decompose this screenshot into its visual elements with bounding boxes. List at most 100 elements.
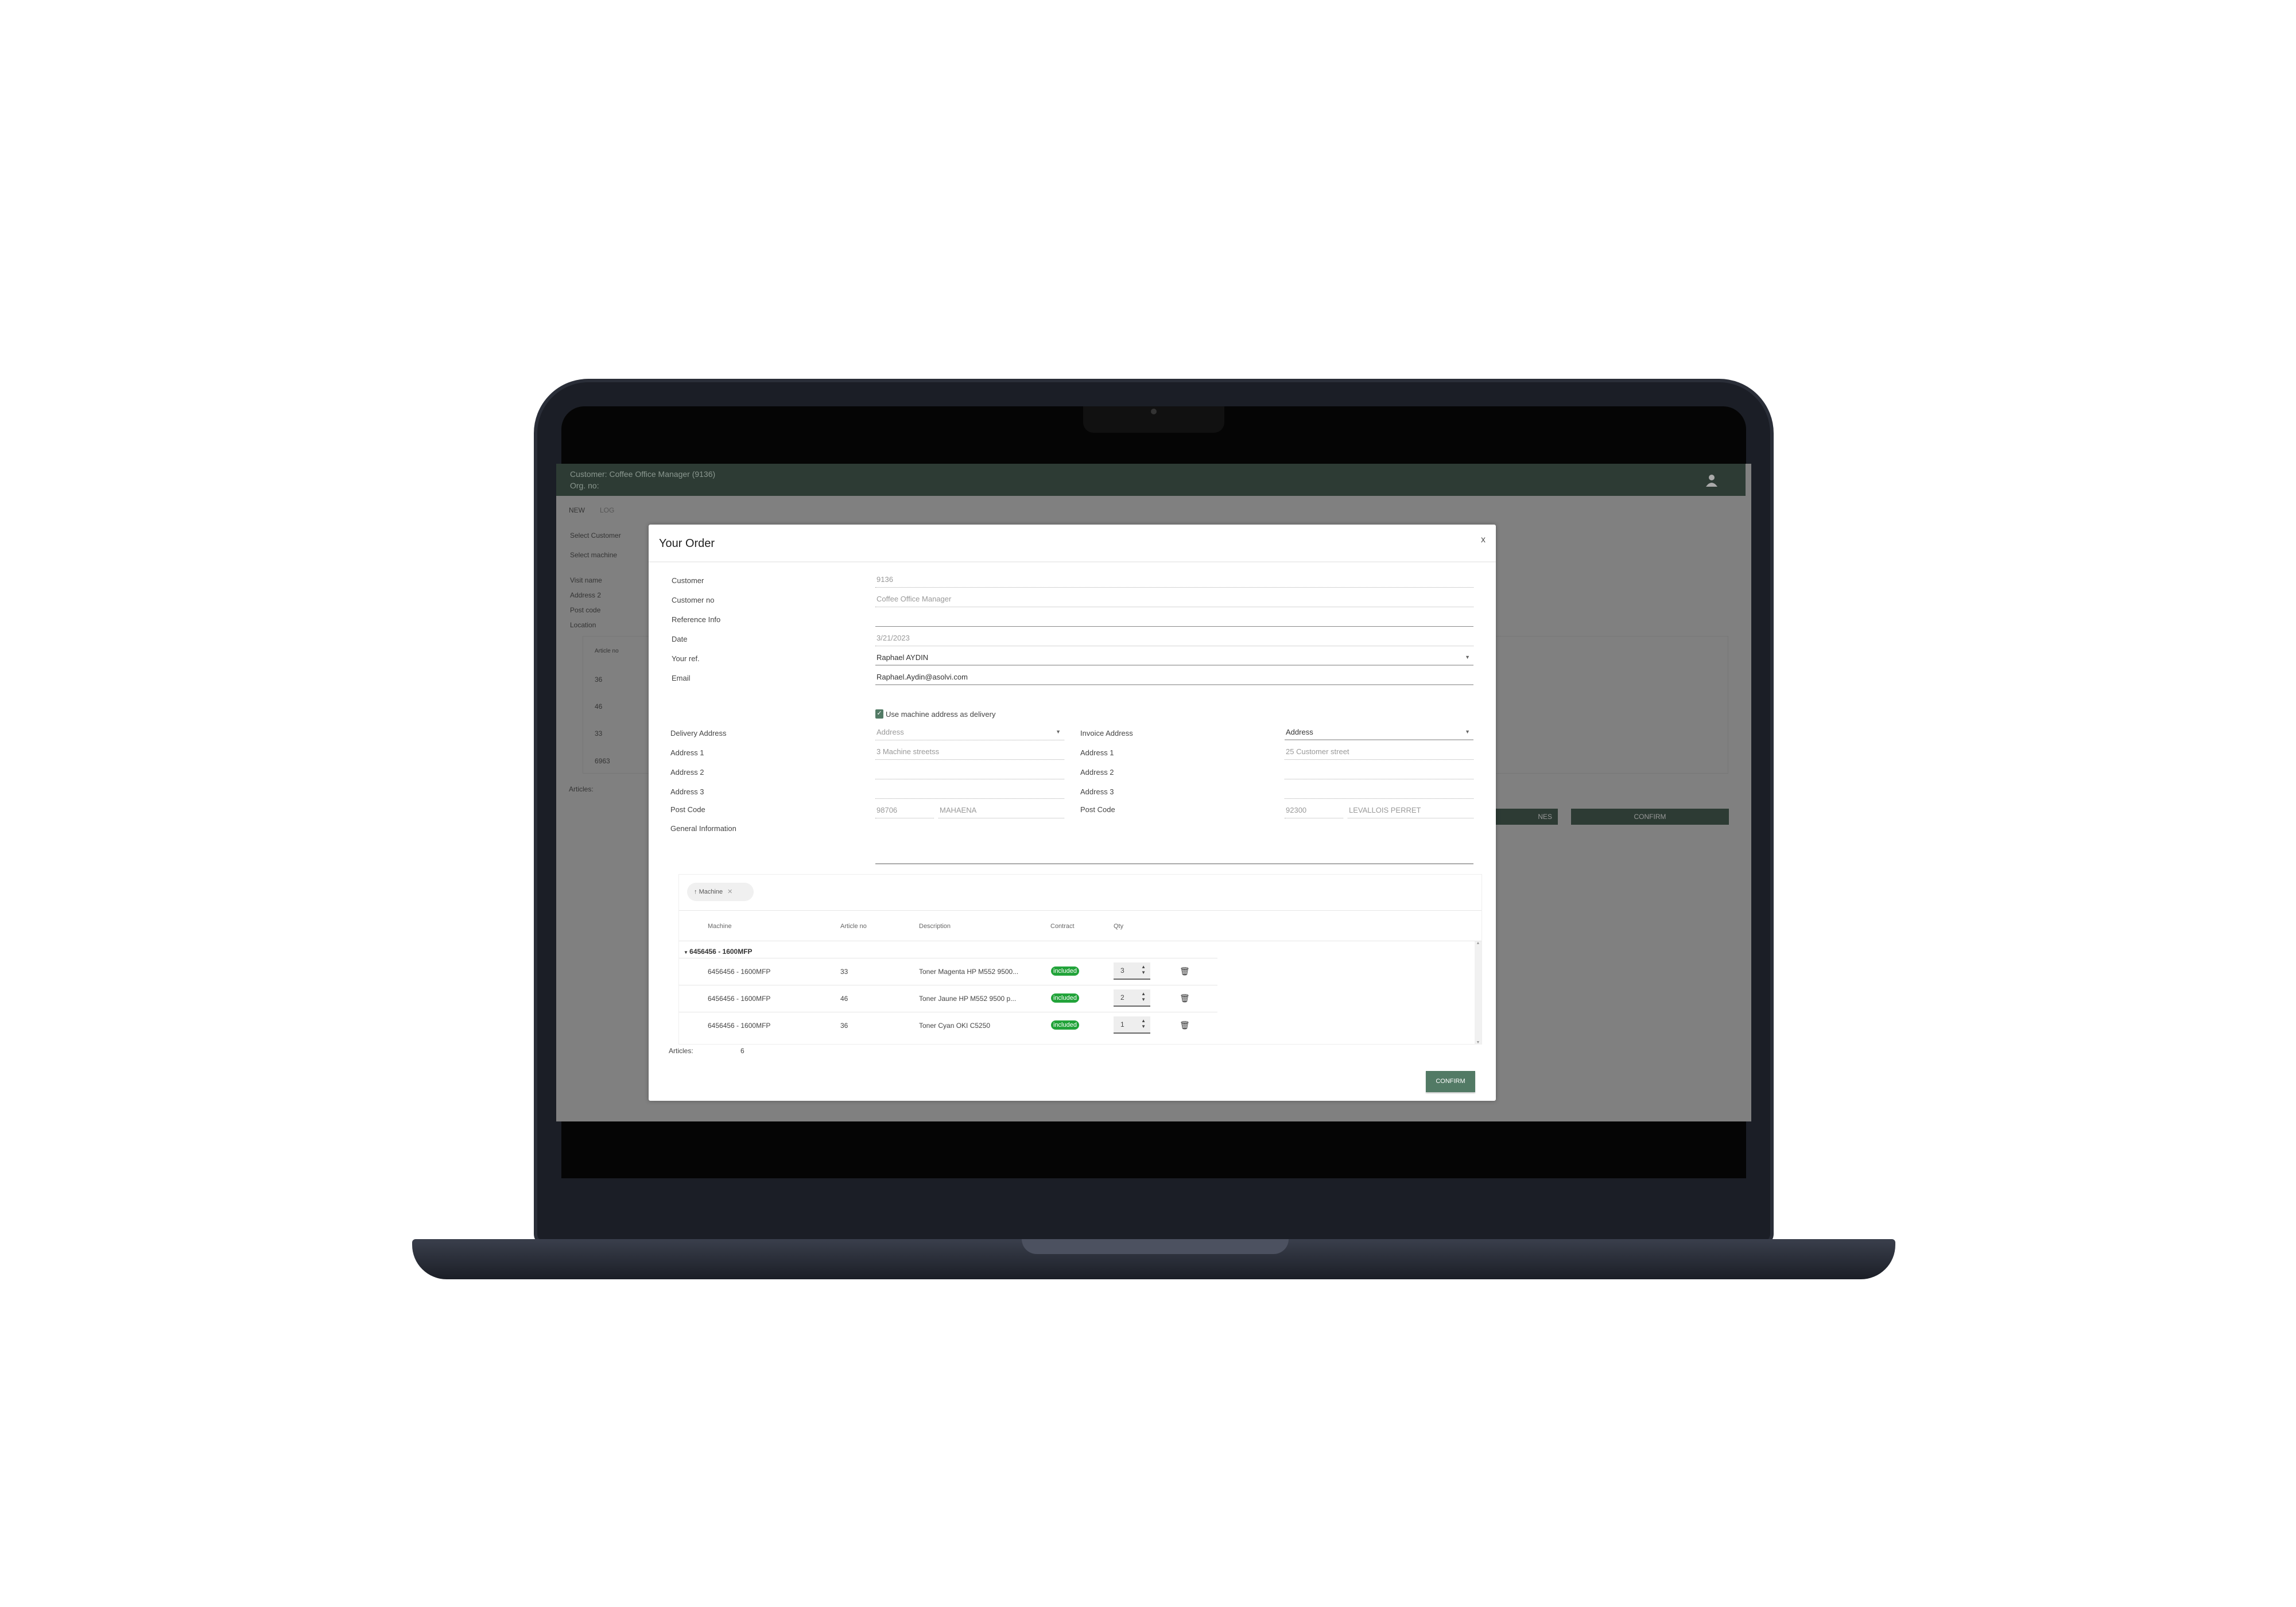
cell-description: Toner Jaune HP M552 9500 p... xyxy=(919,995,1017,1003)
delivery-address2-field[interactable] xyxy=(875,767,1064,779)
general-information-textarea[interactable] xyxy=(875,826,1473,864)
invoice-address3-field[interactable] xyxy=(1285,786,1473,799)
invoice-address1-field[interactable]: 25 Customer street xyxy=(1285,747,1473,760)
qty-value: 1 xyxy=(1120,1020,1124,1028)
scroll-down-icon[interactable]: ▼ xyxy=(1475,1041,1481,1045)
qty-value: 2 xyxy=(1120,993,1124,1002)
delivery-address1-field[interactable]: 3 Machine streetss xyxy=(875,747,1064,760)
invoice-address2-label: Address 2 xyxy=(1080,768,1114,777)
table-row[interactable]: 6456456 - 1600MFP 36 Toner Cyan OKI C525… xyxy=(679,1012,1217,1039)
table-row[interactable]: 6456456 - 1600MFP 33 Toner Magenta HP M5… xyxy=(679,958,1217,985)
cell-article-no: 33 xyxy=(840,968,848,976)
column-header-qty[interactable]: Qty xyxy=(1114,923,1123,930)
delivery-address3-field[interactable] xyxy=(875,786,1064,799)
trash-icon[interactable]: 🗑 xyxy=(1180,993,1190,1003)
group-label: 6456456 - 1600MFP xyxy=(689,948,753,956)
delivery-postcode-label: Post Code xyxy=(670,805,705,814)
column-header-machine[interactable]: Machine xyxy=(708,923,732,930)
column-header-contract[interactable]: Contract xyxy=(1050,923,1075,930)
sort-up-icon: ↑ xyxy=(694,888,699,895)
quantity-stepper[interactable]: 2 ▲ ▼ xyxy=(1114,989,1150,1007)
articles-label: Articles: xyxy=(669,1047,693,1055)
camera-icon xyxy=(1151,409,1157,414)
stepper-arrows-icon[interactable]: ▲ ▼ xyxy=(1141,991,1146,1003)
bg-articles-label: Articles: xyxy=(569,785,594,793)
contract-badge: included xyxy=(1051,1020,1079,1030)
delivery-city-field[interactable]: MAHAENA xyxy=(938,806,1064,818)
date-label: Date xyxy=(672,635,688,643)
your-ref-select[interactable]: Raphael AYDIN ▼ xyxy=(875,653,1473,666)
cell-article-no: 46 xyxy=(840,995,848,1003)
delivery-address-select[interactable]: Address ▼ xyxy=(875,728,1064,740)
bg-table-cell: 46 xyxy=(595,702,603,711)
invoice-address-select[interactable]: Address ▼ xyxy=(1285,728,1473,740)
quantity-stepper[interactable]: 3 ▲ ▼ xyxy=(1114,962,1150,980)
your-order-dialog: Your Order x Customer 9136 Customer no C… xyxy=(649,525,1496,1101)
invoice-city-field[interactable]: LEVALLOIS PERRET xyxy=(1348,806,1473,818)
tab-log[interactable]: LOG xyxy=(600,506,614,514)
bg-field-label: Visit name xyxy=(570,576,602,584)
cell-machine: 6456456 - 1600MFP xyxy=(708,968,771,976)
customer-title: Customer: Coffee Office Manager (9136) xyxy=(570,469,716,479)
your-ref-label: Your ref. xyxy=(672,654,700,663)
scrollbar[interactable]: ▲ ▼ xyxy=(1475,941,1481,1045)
contract-badge: included xyxy=(1051,993,1079,1003)
cell-description: Toner Magenta HP M552 9500... xyxy=(919,968,1019,976)
bg-table-cell: 33 xyxy=(595,729,603,737)
menu-select-machine[interactable]: Select machine xyxy=(570,551,617,559)
cell-machine: 6456456 - 1600MFP xyxy=(708,1022,771,1030)
quantity-stepper[interactable]: 1 ▲ ▼ xyxy=(1114,1016,1150,1034)
tab-new[interactable]: NEW xyxy=(569,506,585,514)
chip-label: Machine xyxy=(699,888,723,895)
bg-table-cell: 36 xyxy=(595,676,603,684)
reference-info-label: Reference Info xyxy=(672,615,721,624)
delivery-address-label: Delivery Address xyxy=(670,729,727,737)
bg-confirm-button[interactable]: CONFIRM xyxy=(1571,809,1729,825)
delivery-postcode-field[interactable]: 98706 xyxy=(875,806,934,818)
use-machine-address-checkbox[interactable]: ✓ Use machine address as delivery xyxy=(875,709,995,719)
confirm-button[interactable]: CONFIRM xyxy=(1426,1071,1475,1092)
bg-field-label: Location xyxy=(570,621,596,629)
cell-article-no: 36 xyxy=(840,1022,848,1030)
chevron-down-icon: ▼ xyxy=(1056,729,1061,735)
table-row[interactable]: 6456456 - 1600MFP 46 Toner Jaune HP M552… xyxy=(679,985,1217,1012)
remove-chip-icon[interactable]: ✕ xyxy=(727,888,732,895)
user-icon[interactable] xyxy=(1705,474,1718,487)
general-information-label: General Information xyxy=(670,824,736,833)
date-field: 3/21/2023 xyxy=(875,634,1473,646)
cell-description: Toner Cyan OKI C5250 xyxy=(919,1022,991,1030)
reference-info-input[interactable] xyxy=(875,614,1473,627)
close-icon[interactable]: x xyxy=(1481,535,1486,545)
column-header-description[interactable]: Description xyxy=(919,923,951,930)
laptop-base-notch xyxy=(1022,1239,1289,1254)
invoice-address2-field[interactable] xyxy=(1285,767,1473,779)
divider xyxy=(649,561,1496,562)
column-header-article-no[interactable]: Article no xyxy=(840,923,867,930)
delivery-address1-label: Address 1 xyxy=(670,748,704,757)
invoice-postcode-field[interactable]: 92300 xyxy=(1285,806,1343,818)
chevron-down-icon: ▼ xyxy=(1465,729,1470,735)
group-row[interactable]: ▼ 6456456 - 1600MFP xyxy=(684,948,753,956)
email-input[interactable]: Raphael.Aydin@asolvi.com xyxy=(875,673,1473,685)
bg-field-label: Address 2 xyxy=(570,591,602,599)
delivery-address2-label: Address 2 xyxy=(670,768,704,777)
trash-icon[interactable]: 🗑 xyxy=(1180,1020,1190,1030)
org-no: Org. no: xyxy=(570,481,599,490)
trash-icon[interactable]: 🗑 xyxy=(1180,966,1190,976)
invoice-address3-label: Address 3 xyxy=(1080,787,1114,796)
expand-icon: ▼ xyxy=(684,950,690,955)
stepper-arrows-icon[interactable]: ▲ ▼ xyxy=(1141,964,1146,976)
bg-table-cell: 6963 xyxy=(595,757,610,765)
invoice-address-label: Invoice Address xyxy=(1080,729,1133,737)
chevron-down-icon: ▼ xyxy=(1465,654,1470,660)
contract-badge: included xyxy=(1051,966,1079,976)
delivery-address3-label: Address 3 xyxy=(670,787,704,796)
group-chip-machine[interactable]: ↑ Machine ✕ xyxy=(687,883,754,901)
stepper-arrows-icon[interactable]: ▲ ▼ xyxy=(1141,1018,1146,1030)
scroll-up-icon[interactable]: ▲ xyxy=(1475,941,1481,945)
bg-table-header: Article no xyxy=(595,648,619,654)
invoice-select-value: Address xyxy=(1286,728,1313,736)
divider xyxy=(679,910,1481,911)
menu-select-customer[interactable]: Select Customer xyxy=(570,531,621,539)
checkbox-label: Use machine address as delivery xyxy=(886,709,996,719)
